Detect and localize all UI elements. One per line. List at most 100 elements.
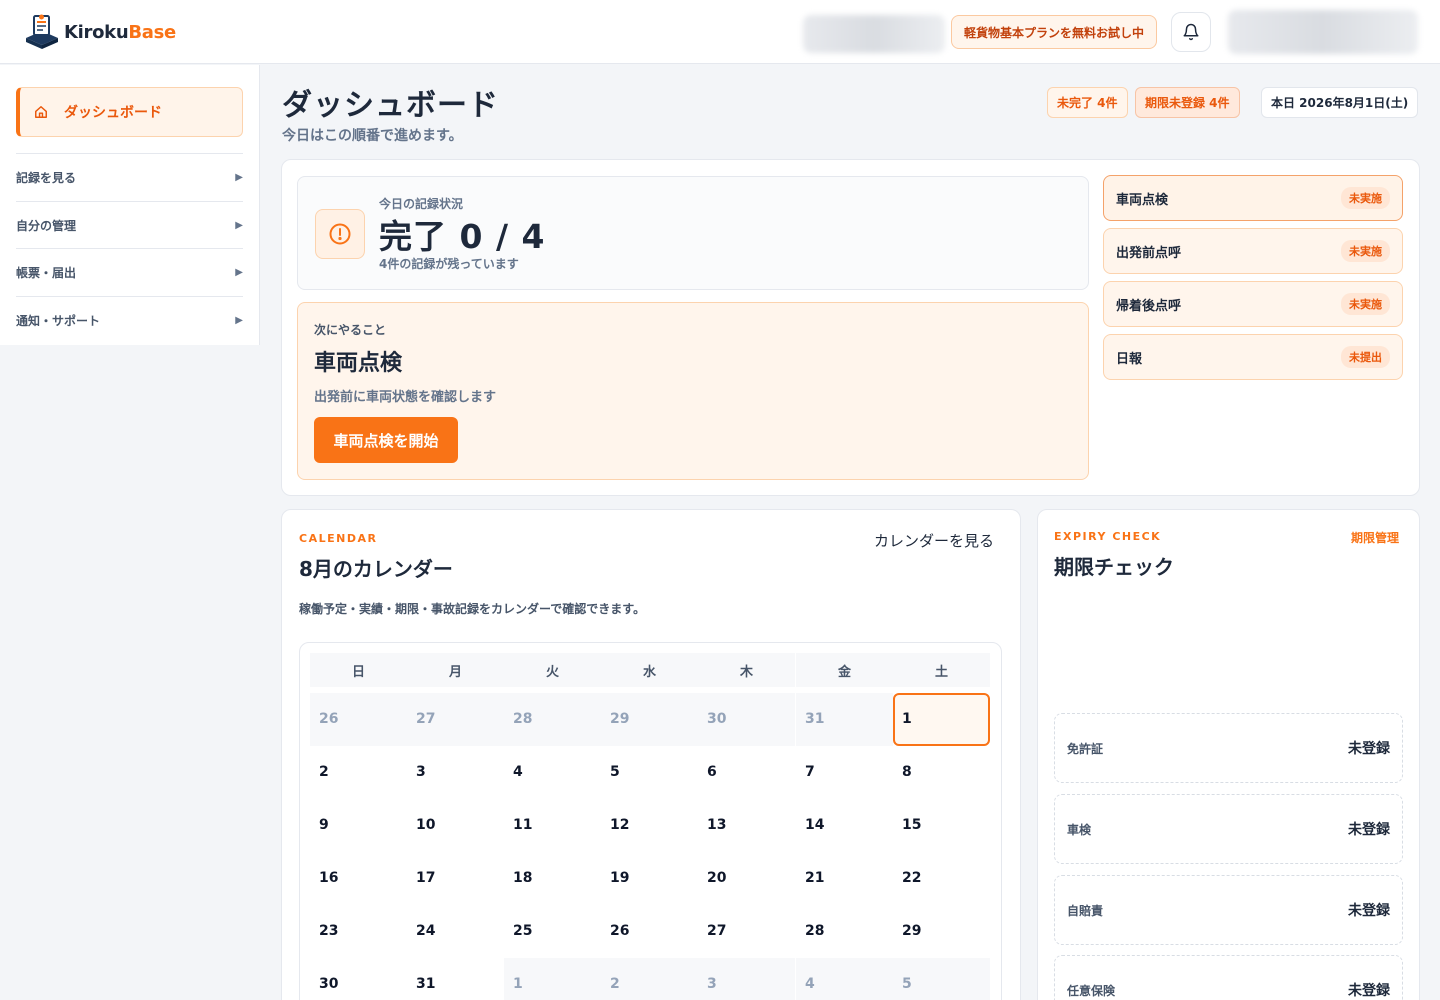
calendar-weekday-header: 土 [893, 653, 990, 687]
expiry-row-voluntary-insurance[interactable]: 任意保険 未登録 [1054, 955, 1403, 1000]
calendar-day[interactable]: 15 [893, 799, 990, 852]
status-value: 完了 0 / 4 [379, 217, 546, 256]
calendar-day[interactable]: 30 [698, 693, 795, 746]
sidebar-item-label: 記録を見る [16, 170, 77, 185]
calendar-day[interactable]: 24 [407, 905, 504, 958]
calendar-day[interactable]: 27 [407, 693, 504, 746]
status-note: 4件の記録が残っています [379, 257, 519, 271]
calendar-day[interactable]: 31 [407, 958, 504, 1000]
sidebar-item-records[interactable]: 記録を見る ▶ [16, 153, 243, 200]
expiry-title: 期限チェック [1054, 555, 1174, 579]
calendar-day[interactable]: 27 [698, 905, 795, 958]
logo-icon [26, 14, 58, 49]
expiry-item-value: 未登録 [1348, 983, 1390, 999]
incomplete-count-chip[interactable]: 未完了 4件 [1047, 87, 1128, 118]
app-logo[interactable]: KirokuBase [24, 14, 176, 50]
calendar-weekday-header: 月 [407, 653, 504, 687]
calendar-day[interactable]: 16 [310, 852, 407, 905]
account-name-redacted [803, 15, 945, 53]
calendar-day[interactable]: 20 [698, 852, 795, 905]
expiry-item-name: 免許証 [1067, 741, 1104, 756]
calendar-day[interactable]: 4 [504, 746, 601, 799]
calendar-day[interactable]: 17 [407, 852, 504, 905]
calendar-day[interactable]: 23 [310, 905, 407, 958]
calendar-day[interactable]: 19 [601, 852, 698, 905]
status-summary: 今日の記録状況 完了 0 / 4 4件の記録が残っています [297, 176, 1089, 290]
calendar-day[interactable]: 10 [407, 799, 504, 852]
user-menu-redacted[interactable] [1228, 10, 1418, 54]
calendar-weekday-header: 火 [504, 653, 601, 687]
trial-badge[interactable]: 軽貨物基本プランを無料お試し中 [951, 15, 1158, 49]
sidebar-item-forms[interactable]: 帳票・届出 ▶ [16, 248, 243, 295]
calendar-day[interactable]: 7 [796, 746, 893, 799]
page-subtitle: 今日はこの順番で進めます。 [282, 128, 463, 144]
expiry-row-compulsory-insurance[interactable]: 自賠責 未登録 [1054, 875, 1403, 945]
calendar-day[interactable]: 11 [504, 799, 601, 852]
sidebar-item-self-management[interactable]: 自分の管理 ▶ [16, 201, 243, 248]
chevron-right-icon: ▶ [235, 171, 243, 183]
task-item-vehicle-inspection[interactable]: 車両点検 未実施 [1103, 175, 1403, 221]
calendar-day[interactable]: 21 [796, 852, 893, 905]
calendar-day[interactable]: 31 [796, 693, 893, 746]
unregistered-count-chip[interactable]: 期限未登録 4件 [1135, 87, 1240, 118]
status-badge: 未実施 [1341, 187, 1390, 209]
bell-icon [1183, 23, 1199, 41]
calendar-eyebrow: CALENDAR [299, 532, 378, 545]
expiry-item-value: 未登録 [1348, 822, 1390, 838]
chevron-right-icon: ▶ [235, 266, 243, 278]
calendar-day[interactable]: 3 [698, 958, 795, 1000]
calendar-day[interactable]: 30 [310, 958, 407, 1000]
calendar-day[interactable]: 2 [601, 958, 698, 1000]
calendar-day[interactable]: 28 [796, 905, 893, 958]
next-action-panel: 次にやること 車両点検 出発前に車両状態を確認します 車両点検を開始 [297, 302, 1089, 480]
calendar-day[interactable]: 29 [601, 693, 698, 746]
calendar-day[interactable]: 5 [601, 746, 698, 799]
start-inspection-button[interactable]: 車両点検を開始 [314, 417, 458, 463]
expiry-eyebrow: EXPIRY CHECK [1054, 530, 1162, 543]
calendar-day[interactable]: 13 [698, 799, 795, 852]
calendar-day[interactable]: 29 [893, 905, 990, 958]
calendar-day[interactable]: 26 [601, 905, 698, 958]
notification-button[interactable] [1171, 12, 1211, 52]
calendar-weekday-header: 日 [310, 653, 407, 687]
calendar-day[interactable]: 1 [504, 958, 601, 1000]
top-header: KirokuBase 軽貨物基本プランを無料お試し中 [0, 0, 1440, 64]
calendar-day[interactable]: 18 [504, 852, 601, 905]
task-item-post-return-rollcall[interactable]: 帰着後点呼 未実施 [1103, 281, 1403, 327]
task-name: 出発前点呼 [1116, 245, 1182, 261]
calendar-title: 8月のカレンダー [299, 557, 453, 581]
chevron-right-icon: ▶ [235, 314, 243, 326]
calendar-day[interactable]: 22 [893, 852, 990, 905]
calendar-day[interactable]: 5 [893, 958, 990, 1000]
status-badge: 未実施 [1341, 240, 1390, 262]
calendar-day[interactable]: 4 [796, 958, 893, 1000]
expiry-row-license[interactable]: 免許証 未登録 [1054, 713, 1403, 783]
home-icon [35, 106, 47, 118]
expiry-item-name: 自賠責 [1067, 903, 1104, 918]
expiry-item-name: 車検 [1067, 822, 1092, 837]
calendar-weekday-header: 木 [698, 653, 795, 687]
calendar-day[interactable]: 25 [504, 905, 601, 958]
calendar-day[interactable]: 8 [893, 746, 990, 799]
calendar-day[interactable]: 6 [698, 746, 795, 799]
next-action-description: 出発前に車両状態を確認します [314, 390, 497, 405]
calendar-day[interactable]: 28 [504, 693, 601, 746]
status-badge: 未提出 [1341, 346, 1390, 368]
expiry-item-value: 未登録 [1348, 903, 1390, 919]
expiry-row-vehicle-inspection[interactable]: 車検 未登録 [1054, 794, 1403, 864]
calendar-day[interactable]: 14 [796, 799, 893, 852]
task-item-pre-departure-rollcall[interactable]: 出発前点呼 未実施 [1103, 228, 1403, 274]
task-item-daily-report[interactable]: 日報 未提出 [1103, 334, 1403, 380]
calendar-day[interactable]: 26 [310, 693, 407, 746]
calendar-day[interactable]: 12 [601, 799, 698, 852]
view-calendar-link[interactable]: カレンダーを見る [874, 530, 994, 551]
calendar-day[interactable]: 3 [407, 746, 504, 799]
calendar-day-today[interactable]: 1 [893, 693, 990, 746]
sidebar-item-support[interactable]: 通知・サポート ▶ [16, 296, 243, 343]
sidebar-item-label: 帳票・届出 [16, 265, 77, 280]
app-name: KirokuBase [64, 21, 176, 43]
calendar-day[interactable]: 2 [310, 746, 407, 799]
expiry-management-link[interactable]: 期限管理 [1351, 529, 1399, 546]
calendar-day[interactable]: 9 [310, 799, 407, 852]
sidebar-item-dashboard[interactable]: ダッシュボード [16, 87, 243, 137]
